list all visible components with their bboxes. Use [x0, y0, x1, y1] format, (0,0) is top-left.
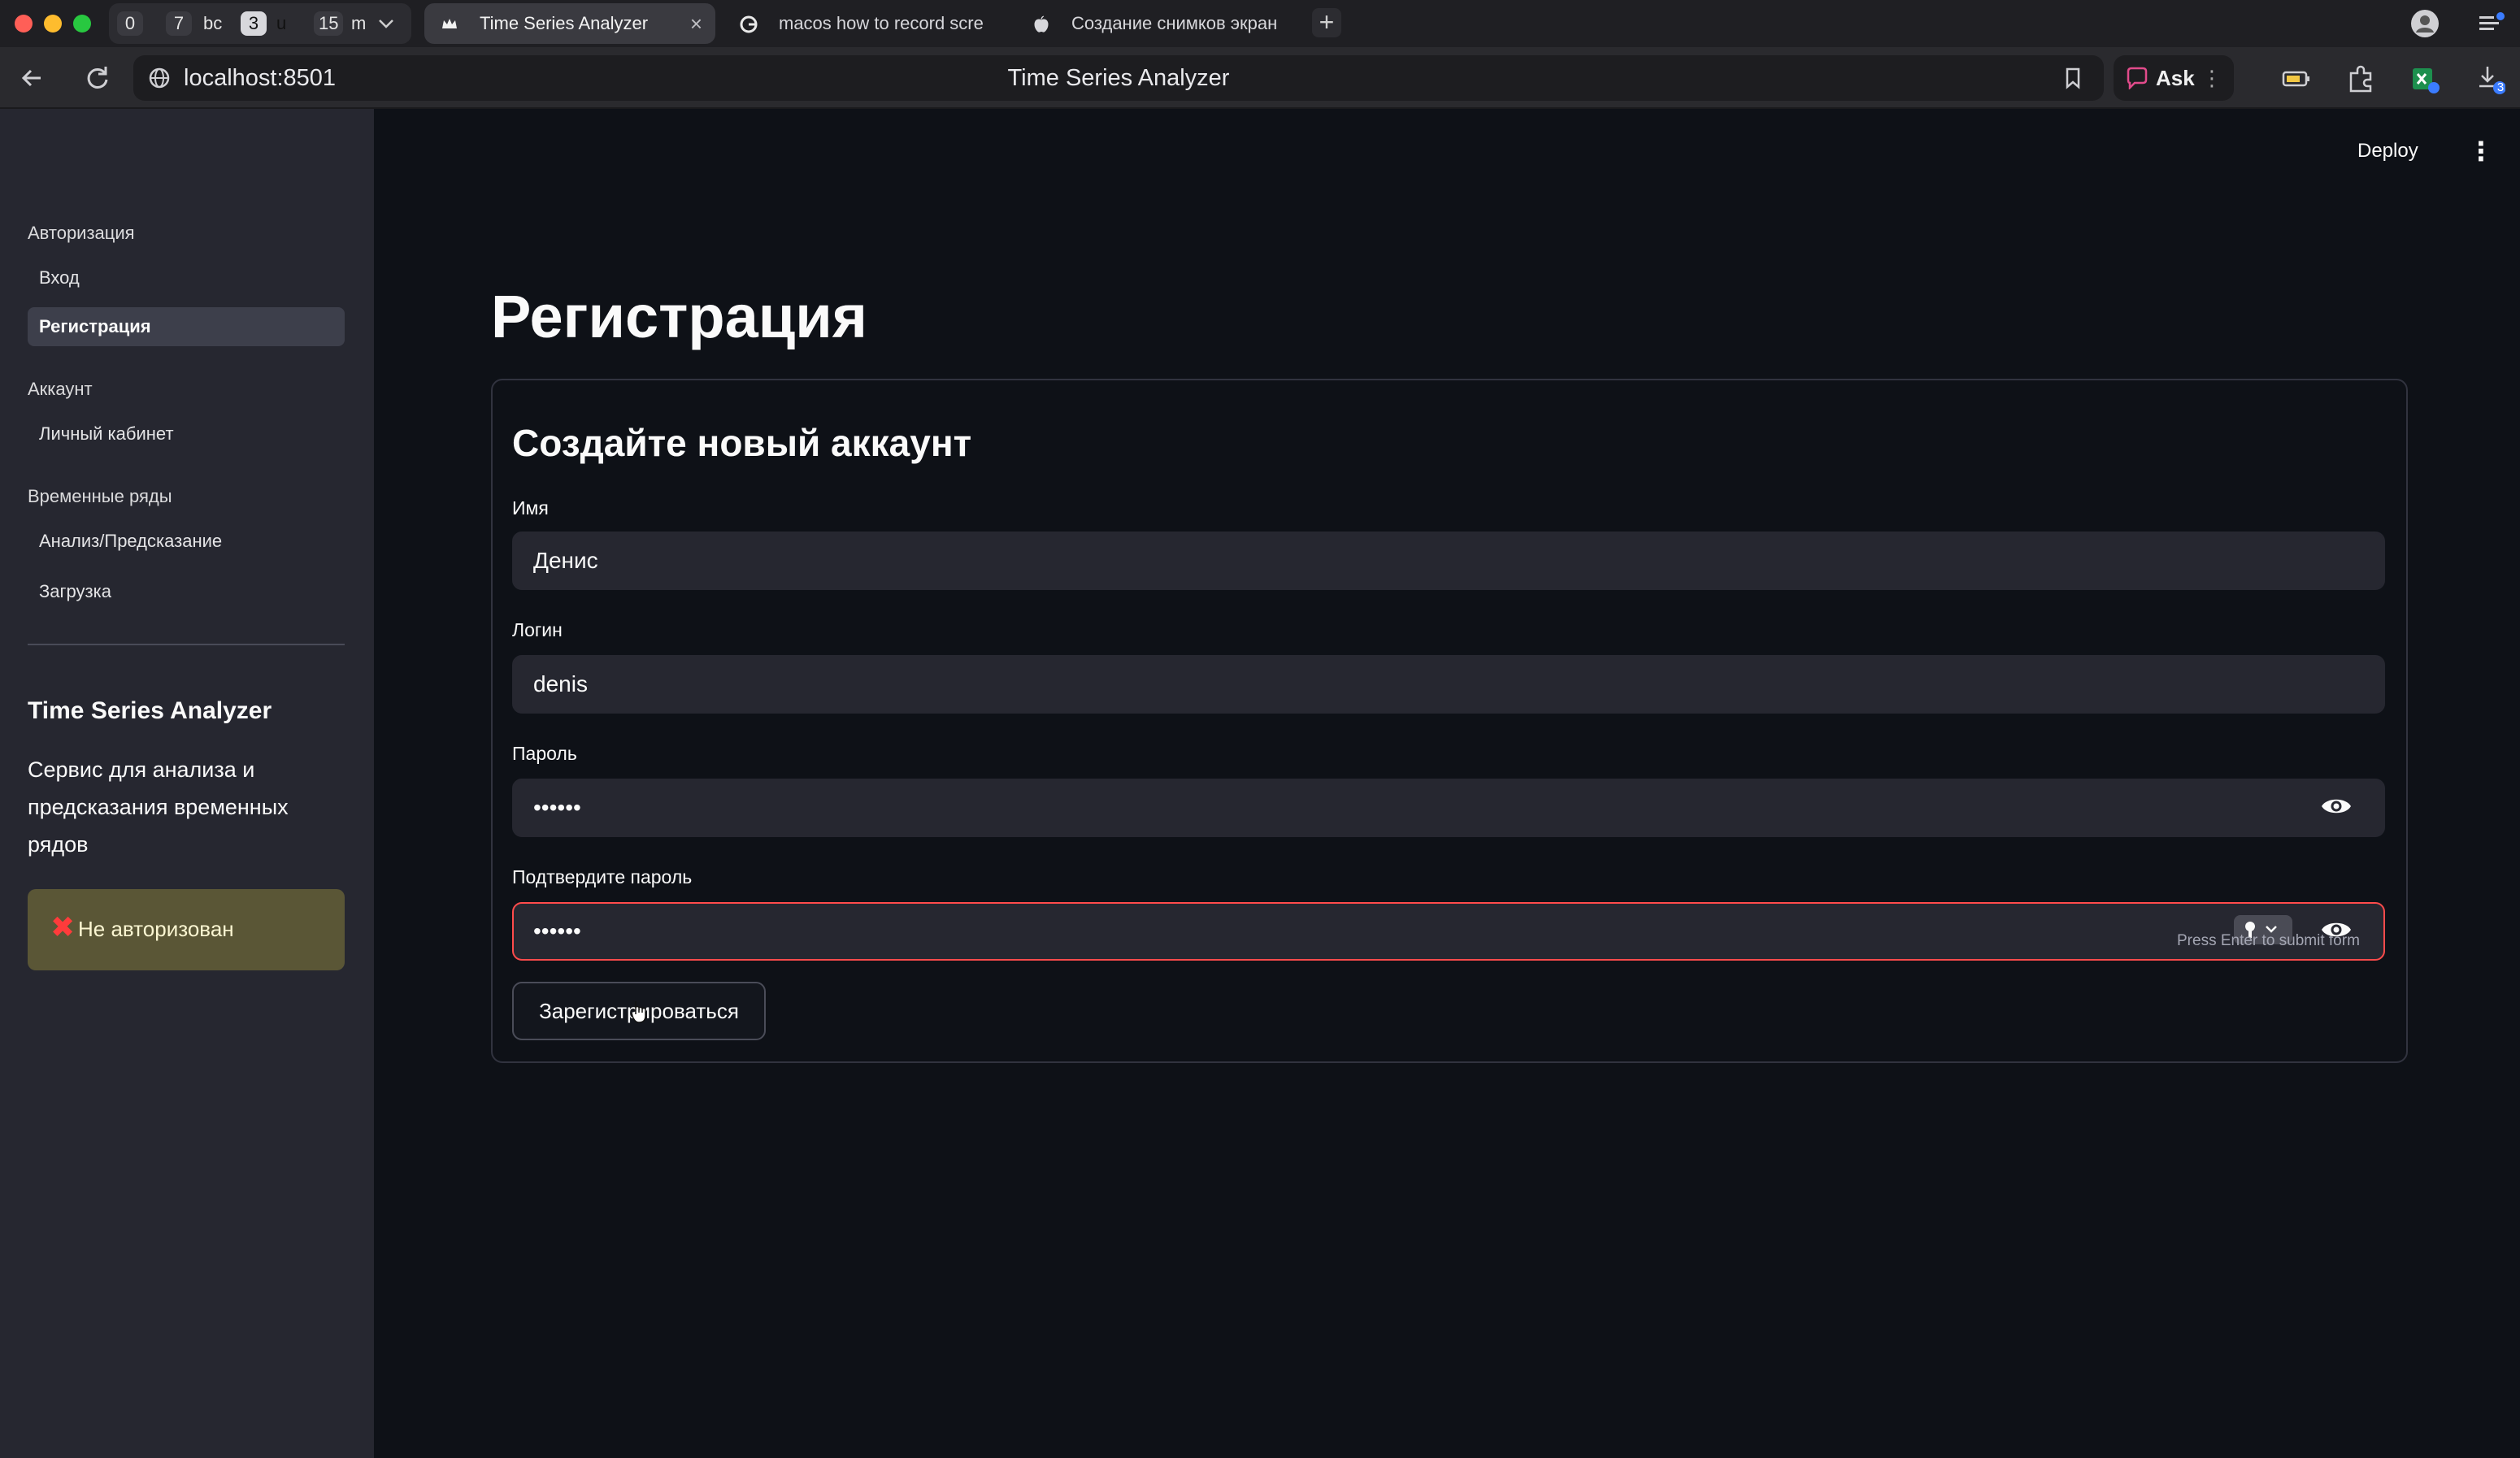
reload-icon[interactable] [81, 62, 114, 94]
ask-menu-icon[interactable]: ⋮ [2201, 55, 2222, 101]
tab-list-icon[interactable] [2478, 11, 2505, 36]
tab-label: macos how to record scre [779, 13, 984, 33]
password-field-label: Пароль [512, 743, 577, 764]
sidebar-item-profile[interactable]: Личный кабинет [28, 414, 345, 453]
back-arrow-icon[interactable] [16, 62, 49, 94]
window-close-button[interactable] [15, 15, 33, 33]
mouse-cursor-icon [631, 1001, 646, 1023]
window-zoom-button[interactable] [73, 15, 91, 33]
chevron-down-icon[interactable] [377, 17, 395, 30]
sidebar-section-auth: Авторизация [28, 223, 135, 243]
tab-group-2[interactable]: 3 [241, 11, 267, 36]
address-bar[interactable]: localhost:8501 Time Series Analyzer [133, 55, 2104, 101]
battery-icon[interactable] [2281, 63, 2312, 94]
streamlit-crown-icon [442, 19, 457, 28]
tab-group-1-label: bc [203, 13, 223, 33]
password-input[interactable]: •••••• [512, 779, 2385, 837]
page-title-in-address-bar: Time Series Analyzer [1007, 65, 1230, 91]
ask-label: Ask [2156, 66, 2195, 90]
excel-extension-icon[interactable] [2409, 63, 2440, 94]
show-password-eye-icon[interactable] [2320, 795, 2353, 818]
tab-label: Создание снимков экран [1071, 13, 1278, 33]
page-title: Регистрация [491, 283, 867, 350]
tab-group-1[interactable]: 7 [166, 11, 192, 36]
tab-group-2-label: u [276, 13, 287, 33]
sidebar-section-account: Аккаунт [28, 379, 93, 399]
ask-button[interactable]: Ask ⋮ [2114, 55, 2234, 101]
sidebar-divider [28, 644, 345, 645]
auth-status-alert: ✖ Не авторизован [28, 889, 345, 970]
tab-google-search[interactable]: macos how to record scre [723, 3, 1005, 44]
close-icon[interactable]: × [690, 3, 702, 44]
tab-group-3[interactable]: 15 [314, 11, 344, 36]
ask-assistant-icon [2127, 67, 2148, 89]
show-confirm-password-eye-icon[interactable] [2320, 918, 2353, 941]
bookmark-icon[interactable] [2062, 67, 2084, 89]
auth-status-label: Не авторизован [78, 917, 234, 941]
login-field-label: Логин [512, 619, 563, 640]
form-heading: Создайте новый аккаунт [512, 422, 972, 464]
tab-group-3-label: m [351, 13, 367, 33]
sidebar-section-time-series: Временные ряды [28, 486, 172, 506]
name-input[interactable]: Денис [512, 532, 2385, 590]
deploy-button[interactable]: Deploy [2357, 138, 2418, 164]
tab-time-series-analyzer[interactable]: Time Series Analyzer × [424, 3, 715, 44]
sidebar-app-description: Сервис для анализа и предсказания времен… [28, 757, 289, 857]
name-field-label: Имя [512, 497, 549, 519]
window-minimize-button[interactable] [44, 15, 62, 33]
sidebar-item-login[interactable]: Вход [28, 258, 345, 297]
tab-label: Time Series Analyzer [480, 13, 649, 33]
main-menu-icon[interactable]: ⋮ [2468, 137, 2494, 166]
confirm-password-input[interactable]: •••••• [512, 902, 2385, 961]
login-input[interactable]: denis [512, 655, 2385, 714]
confirm-password-field-label: Подтвердите пароль [512, 866, 693, 887]
downloads-count-badge: 3 [2496, 80, 2505, 94]
tab-apple-support[interactable]: Создание снимков экран [1016, 3, 1293, 44]
extension-puzzle-icon[interactable] [2346, 63, 2377, 94]
browser-toolbar: localhost:8501 Time Series Analyzer Ask … [0, 47, 2520, 109]
sidebar-item-analysis[interactable]: Анализ/Предсказание [28, 522, 345, 561]
sidebar-item-registration[interactable]: Регистрация [28, 307, 345, 346]
google-icon [740, 15, 758, 33]
apple-icon [1034, 15, 1049, 33]
sidebar-item-upload[interactable]: Загрузка [28, 572, 345, 611]
cross-mark-icon: ✖ [50, 910, 76, 944]
tab-groups: 0 7 bc 3 u 15 m [109, 3, 411, 44]
sidebar-app-title: Time Series Analyzer [28, 697, 272, 724]
tab-group-0[interactable]: 0 [117, 11, 143, 36]
profile-avatar-icon[interactable] [2409, 8, 2440, 39]
new-tab-button[interactable]: + [1312, 8, 1341, 37]
browser-tab-strip: 0 7 bc 3 u 15 m Time Series Analyzer × m… [0, 0, 2520, 47]
